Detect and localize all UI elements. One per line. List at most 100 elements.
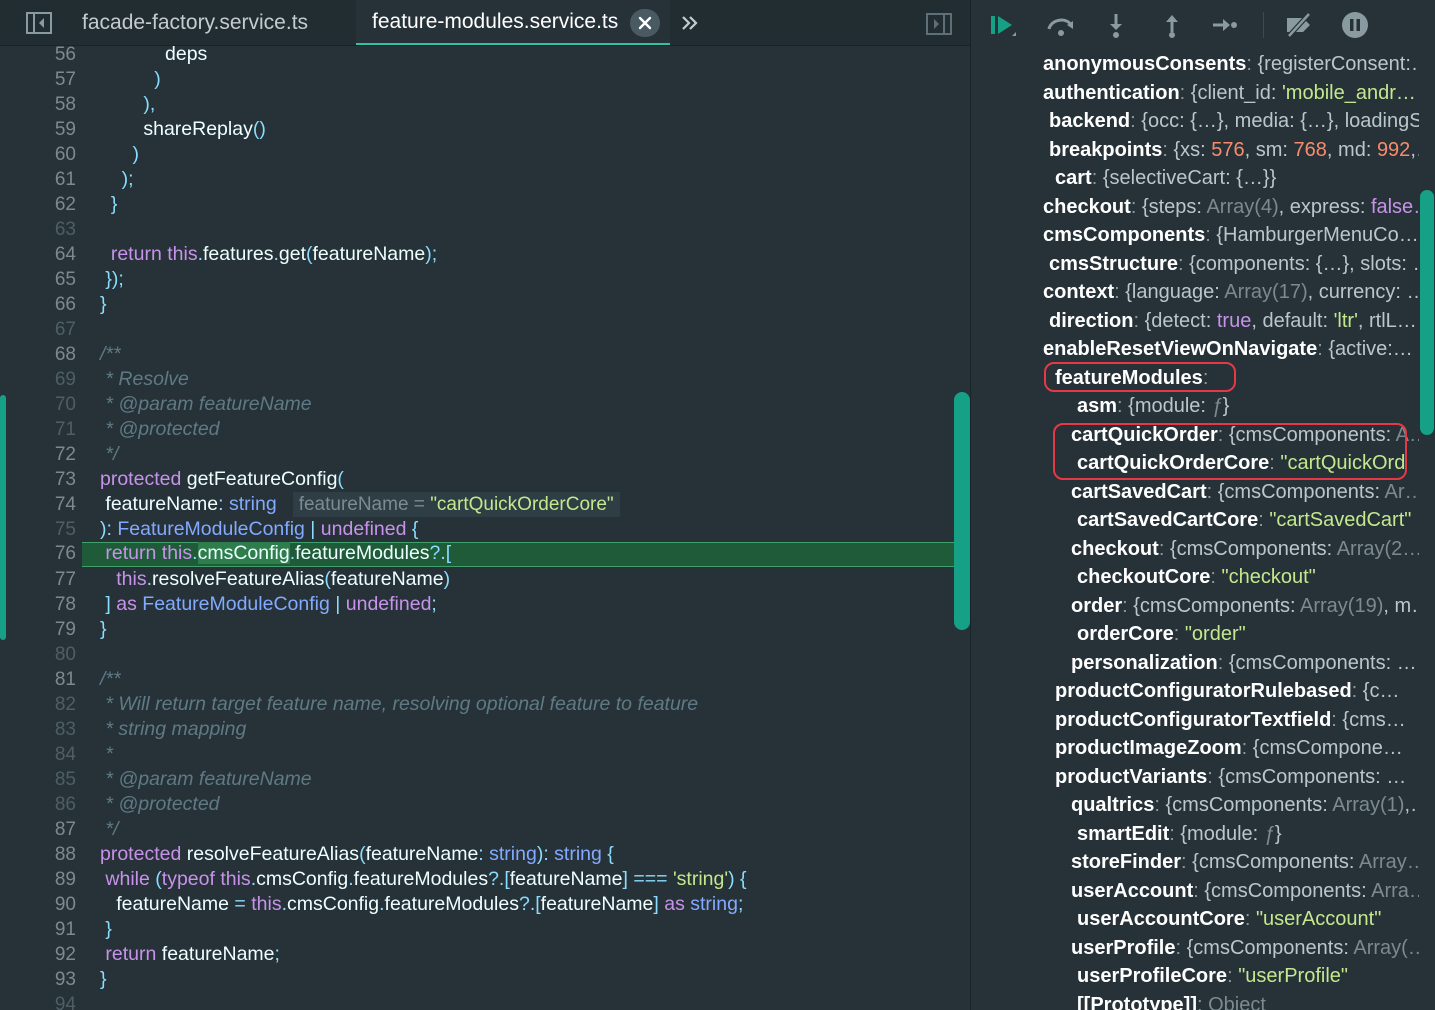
code-line[interactable]: 71 * @protected xyxy=(0,417,970,442)
line-number: 65 xyxy=(54,269,76,290)
run-to-cursor-icon[interactable] xyxy=(1207,10,1243,40)
code-line[interactable]: 94 xyxy=(0,992,970,1010)
code-line[interactable]: 81 /** xyxy=(0,667,970,692)
variable-name: productVariants xyxy=(1055,765,1208,788)
variable-row[interactable]: authentication: {client_id: 'mobile_andr… xyxy=(1043,79,1419,107)
variable-row[interactable]: userProfileCore: "userProfile" xyxy=(1077,962,1419,990)
code-line[interactable]: 56 deps xyxy=(0,46,970,67)
variable-separator: : xyxy=(1207,765,1219,788)
variable-row[interactable]: cmsComponents: {HamburgerMenuCo… xyxy=(1043,221,1419,249)
code-line[interactable]: 65 }); xyxy=(0,267,970,292)
variable-row[interactable]: cmsStructure: {components: {…}, slots: … xyxy=(1049,250,1419,278)
code-text: ] as FeatureModuleConfig | undefined; xyxy=(105,593,437,615)
code-line[interactable]: 80 xyxy=(0,642,970,667)
code-line[interactable]: 73 protected getFeatureConfig( xyxy=(0,467,970,492)
line-number: 73 xyxy=(54,469,76,490)
step-into-icon[interactable] xyxy=(1098,10,1134,40)
variable-row[interactable]: checkout: {cmsComponents: Array(2… xyxy=(1071,535,1419,563)
deactivate-breakpoints-icon[interactable] xyxy=(1281,10,1317,40)
step-out-icon[interactable] xyxy=(1154,10,1190,40)
chevron-double-right-icon[interactable] xyxy=(680,10,704,36)
step-over-icon[interactable] xyxy=(1043,10,1079,40)
code-line[interactable]: 59 shareReplay() xyxy=(0,117,970,142)
code-line[interactable]: 57 ) xyxy=(0,67,970,92)
variable-row[interactable]: smartEdit: {module: ƒ} xyxy=(1077,820,1419,848)
variable-row[interactable]: anonymousConsents: {registerConsent:… xyxy=(1043,50,1419,78)
code-line[interactable]: 78 ] as FeatureModuleConfig | undefined; xyxy=(0,592,970,617)
variable-row[interactable]: productVariants: {cmsComponents: … xyxy=(1055,763,1419,791)
code-line[interactable]: 62 } xyxy=(0,192,970,217)
code-line[interactable]: 89 while (typeof this.cmsConfig.featureM… xyxy=(0,867,970,892)
code-line[interactable]: 61 ); xyxy=(0,167,970,192)
variable-row[interactable]: asm: {module: ƒ} xyxy=(1077,392,1419,420)
code-line[interactable]: 67 xyxy=(0,317,970,342)
code-line[interactable]: 75): FeatureModuleConfig | undefined { xyxy=(0,517,970,542)
code-line[interactable]: 84 * xyxy=(0,742,970,767)
code-text: } xyxy=(110,193,118,215)
code-line[interactable]: 70 * @param featureName xyxy=(0,392,970,417)
debug-scrollbar[interactable] xyxy=(1420,190,1434,435)
pause-icon[interactable] xyxy=(1337,10,1373,40)
code-line[interactable]: 85 * @param featureName xyxy=(0,767,970,792)
code-line[interactable]: 82 * Will return target feature name, re… xyxy=(0,692,970,717)
variable-row[interactable]: cartSavedCart: {cmsComponents: Ar… xyxy=(1071,478,1419,506)
close-icon[interactable] xyxy=(630,9,660,37)
variable-value: {client_id: 'mobile_andr… xyxy=(1190,81,1416,104)
code-text: deps xyxy=(165,46,208,65)
code-line[interactable]: 77 this.resolveFeatureAlias(featureName) xyxy=(0,567,970,592)
variable-row[interactable]: userAccountCore: "userAccount" xyxy=(1077,905,1419,933)
variable-name: userProfile xyxy=(1071,936,1176,959)
variable-name: [[Prototype]] xyxy=(1077,993,1197,1010)
tab-feature-modules[interactable]: feature-modules.service.ts xyxy=(356,0,670,45)
split-editor-icon[interactable] xyxy=(925,12,953,36)
variable-row[interactable]: cartSavedCartCore: "cartSavedCart" xyxy=(1077,506,1419,534)
variable-row[interactable]: productConfiguratorTextfield: {cms… xyxy=(1055,706,1419,734)
variable-separator: : xyxy=(1246,53,1258,75)
variable-name: checkout xyxy=(1071,537,1159,560)
code-line[interactable]: 74 featureName: string featureName = "car… xyxy=(0,492,970,517)
variable-row[interactable]: cart: {selectiveCart: {…}} xyxy=(1055,164,1419,192)
variable-row[interactable]: order: {cmsComponents: Array(19), m… xyxy=(1071,592,1419,620)
variable-row[interactable]: enableResetViewOnNavigate: {active:… xyxy=(1043,335,1419,363)
code-line[interactable]: 88 protected resolveFeatureAlias(featureN… xyxy=(0,842,970,867)
editor-scrollbar[interactable] xyxy=(954,392,970,630)
code-line[interactable]: 83 * string mapping xyxy=(0,717,970,742)
code-line[interactable]: 72 */ xyxy=(0,442,970,467)
code-line[interactable]: 60 ) xyxy=(0,142,970,167)
variable-row[interactable]: [[Prototype]]: Object xyxy=(1077,991,1419,1010)
code-line[interactable]: 58 ), xyxy=(0,92,970,117)
variable-row[interactable]: productConfiguratorRulebased: {c… xyxy=(1055,677,1419,705)
variable-row[interactable]: userProfile: {cmsComponents: Array(… xyxy=(1071,934,1419,962)
variable-row[interactable]: direction: {detect: true, default: 'ltr'… xyxy=(1049,307,1419,335)
tab-facade-factory[interactable]: facade-factory.service.ts xyxy=(66,0,324,45)
variable-row[interactable]: backend: {occ: {…}, media: {…}, loadingS… xyxy=(1049,107,1419,135)
code-text: */ xyxy=(100,818,119,840)
variable-row[interactable]: checkoutCore: "checkout" xyxy=(1077,563,1419,591)
code-line[interactable]: 87 */ xyxy=(0,817,970,842)
variable-row[interactable]: breakpoints: {xs: 576, sm: 768, md: 992,… xyxy=(1049,136,1419,164)
code-line[interactable]: 91 } xyxy=(0,917,970,942)
code-line[interactable]: 76 return this.cmsConfig.featureModules?… xyxy=(0,542,970,567)
code-editor[interactable]: 56 deps 57 ) 58 ), 59 shareReplay() 60 ) 61 )… xyxy=(0,46,970,1010)
variable-row[interactable]: checkout: {steps: Array(4), express: fal… xyxy=(1043,193,1419,221)
code-line[interactable]: 63 xyxy=(0,217,970,242)
code-line[interactable]: 86 * @protected xyxy=(0,792,970,817)
variable-row[interactable]: storeFinder: {cmsComponents: Array… xyxy=(1071,848,1419,876)
code-line[interactable]: 68 /** xyxy=(0,342,970,367)
variable-row[interactable]: context: {language: Array(17), currency:… xyxy=(1043,278,1419,306)
variable-row[interactable]: personalization: {cmsComponents: … xyxy=(1071,649,1419,677)
variable-row[interactable]: orderCore: "order" xyxy=(1077,620,1419,648)
code-line[interactable]: 90 featureName = this.cmsConfig.featureM… xyxy=(0,892,970,917)
code-line[interactable]: 64 return this.features.get(featureName)… xyxy=(0,242,970,267)
code-line[interactable]: 79} xyxy=(0,617,970,642)
variable-row[interactable]: productImageZoom: {cmsCompone… xyxy=(1055,734,1419,762)
code-line[interactable]: 93} xyxy=(0,967,970,992)
code-line[interactable]: 66} xyxy=(0,292,970,317)
variable-row[interactable]: qualtrics: {cmsComponents: Array(1),… xyxy=(1071,791,1419,819)
code-text: return this.features.get(featureName); xyxy=(110,243,438,265)
sidebar-toggle-icon[interactable] xyxy=(24,10,54,36)
continue-icon[interactable] xyxy=(985,10,1021,40)
code-line[interactable]: 69 * Resolve xyxy=(0,367,970,392)
code-line[interactable]: 92 return featureName; xyxy=(0,942,970,967)
variable-row[interactable]: userAccount: {cmsComponents: Arra… xyxy=(1071,877,1419,905)
